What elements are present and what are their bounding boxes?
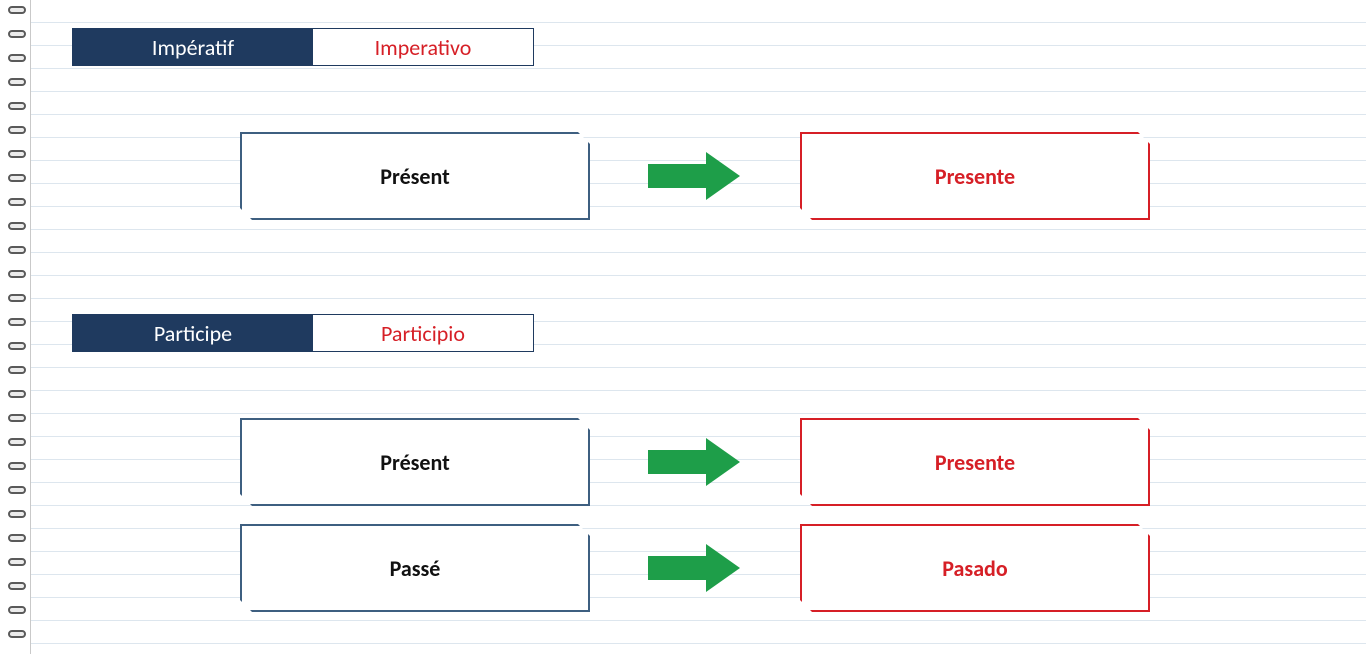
- spiral-ring: [8, 366, 26, 374]
- spiral-ring: [8, 198, 26, 206]
- spiral-ring: [8, 222, 26, 230]
- spiral-ring: [8, 510, 26, 518]
- spiral-ring: [8, 414, 26, 422]
- spiral-ring: [8, 606, 26, 614]
- tense-label-fr: Présent: [380, 163, 449, 190]
- spiral-ring: [8, 438, 26, 446]
- section-header-participe: Participe Participio: [72, 314, 534, 352]
- spiral-ring: [8, 342, 26, 350]
- spiral-ring: [8, 174, 26, 182]
- spiral-ring: [8, 6, 26, 14]
- spiral-ring: [8, 318, 26, 326]
- spiral-ring: [8, 78, 26, 86]
- tense-label-es: Presente: [935, 449, 1015, 476]
- spiral-ring: [8, 270, 26, 278]
- spiral-ring: [8, 150, 26, 158]
- spiral-ring: [8, 630, 26, 638]
- arrow-icon: [648, 438, 744, 486]
- tense-label-fr: Passé: [390, 555, 441, 582]
- spiral-ring: [8, 102, 26, 110]
- spiral-ring: [8, 30, 26, 38]
- tense-box-es: Presente: [800, 418, 1150, 506]
- spiral-binding: [0, 0, 30, 654]
- section-header-es: Participio: [313, 315, 533, 351]
- tense-label-fr: Présent: [380, 449, 449, 476]
- spiral-ring: [8, 54, 26, 62]
- arrow-icon: [648, 152, 744, 200]
- spiral-ring: [8, 246, 26, 254]
- tense-box-fr: Présent: [240, 132, 590, 220]
- tense-box-es: Presente: [800, 132, 1150, 220]
- arrow-icon: [648, 544, 744, 592]
- section-header-fr: Impératif: [73, 29, 313, 65]
- tense-box-fr: Présent: [240, 418, 590, 506]
- spiral-ring: [8, 534, 26, 542]
- section-header-imperatif: Impératif Imperativo: [72, 28, 534, 66]
- tense-box-fr: Passé: [240, 524, 590, 612]
- tense-label-es: Pasado: [942, 555, 1007, 582]
- spiral-ring: [8, 582, 26, 590]
- spiral-ring: [8, 126, 26, 134]
- spiral-ring: [8, 390, 26, 398]
- tense-label-es: Presente: [935, 163, 1015, 190]
- spiral-ring: [8, 558, 26, 566]
- tense-box-es: Pasado: [800, 524, 1150, 612]
- spiral-ring: [8, 294, 26, 302]
- spiral-ring: [8, 462, 26, 470]
- section-header-fr: Participe: [73, 315, 313, 351]
- spiral-ring: [8, 486, 26, 494]
- section-header-es: Imperativo: [313, 29, 533, 65]
